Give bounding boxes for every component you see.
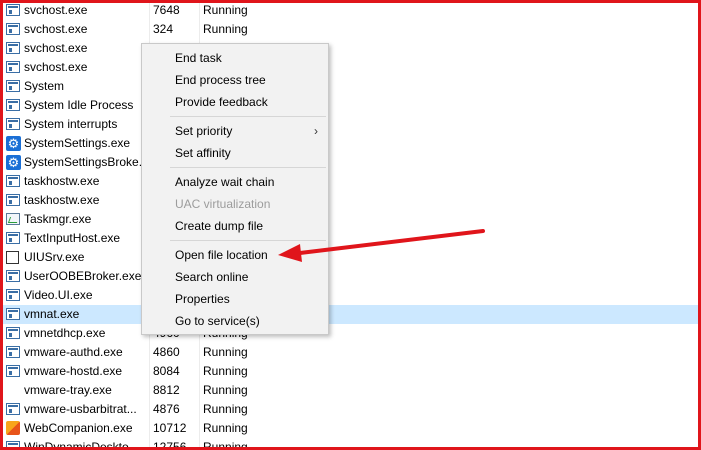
annotation-arrow-head <box>278 244 302 262</box>
annotation-arrow-shaft <box>298 229 485 255</box>
annotation-arrow-icon <box>278 229 485 262</box>
